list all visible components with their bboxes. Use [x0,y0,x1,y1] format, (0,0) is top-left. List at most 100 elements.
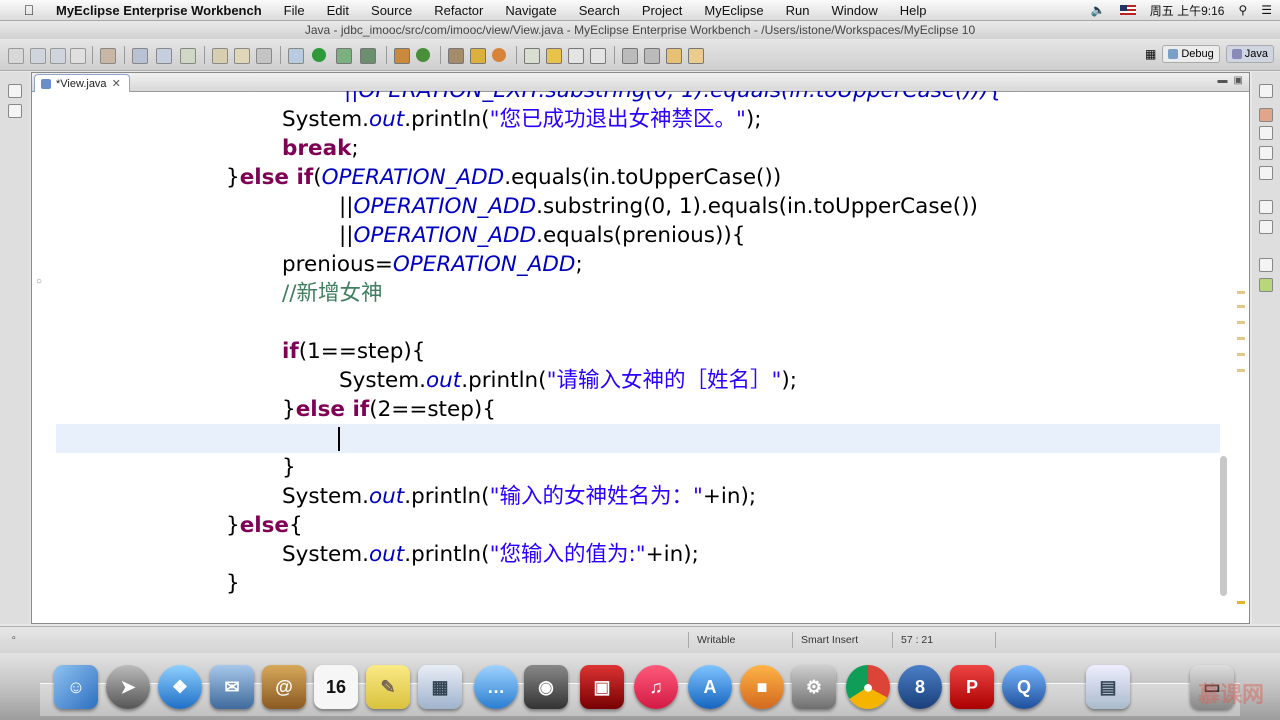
notes-icon[interactable]: ✎ [366,665,410,709]
properties-icon[interactable] [1259,146,1273,160]
app-store-icon[interactable]: A [688,665,732,709]
launchpad-icon[interactable]: ➤ [106,665,150,709]
ruler-mark[interactable] [1237,305,1245,308]
save-icon[interactable] [30,48,46,64]
clock[interactable]: 周五 上午9:16 [1150,2,1225,19]
menu-window[interactable]: Window [831,3,877,18]
package-explorer-icon[interactable] [8,104,22,118]
ruler-mark[interactable] [1237,337,1245,340]
menu-edit[interactable]: Edit [327,3,349,18]
facetime-icon[interactable]: ◉ [524,665,568,709]
menu-help[interactable]: Help [900,3,927,18]
menu-source[interactable]: Source [371,3,412,18]
mail-icon[interactable]: ✉ [210,665,254,709]
documents-stack-icon[interactable]: ▤ [1086,665,1130,709]
open-perspective-icon[interactable]: ▦ [1145,45,1156,63]
restore-view-icon[interactable] [8,84,22,98]
scrollbar-thumb[interactable] [1220,456,1227,596]
console-icon[interactable] [1259,166,1273,180]
ruler-mark[interactable] [1237,353,1245,356]
volume-icon[interactable]: 🔈 [1091,3,1106,17]
ibooks-icon[interactable]: ■ [740,665,784,709]
prev-annotation-icon[interactable] [644,48,660,64]
minimize-icon[interactable]: ▬ [1218,75,1228,86]
pin-icon[interactable] [524,48,540,64]
print-icon[interactable] [70,48,86,64]
preview-icon[interactable]: ▦ [418,665,462,709]
forward-icon[interactable] [688,48,704,64]
code-area[interactable]: ||OPERATION_EXIT.substring(0, 1).equals(… [56,91,1220,611]
wizard-icon[interactable] [180,48,196,64]
menu-navigate[interactable]: Navigate [505,3,556,18]
fast-view-icon[interactable]: ▫ [12,632,16,644]
new-class-icon[interactable] [416,48,430,62]
task-icon[interactable] [492,48,506,62]
block-select-icon[interactable] [590,48,606,64]
restore-right-icon[interactable] [1259,84,1273,98]
toggle-mark-icon[interactable] [448,48,464,64]
server-icon[interactable] [132,48,148,64]
finder-icon[interactable]: ☺ [54,665,98,709]
ruler-mark[interactable] [1237,321,1245,324]
new-icon[interactable] [8,48,24,64]
app-menu[interactable]: MyEclipse Enterprise Workbench [56,3,262,18]
open-resource-icon[interactable] [234,48,250,64]
menu-project[interactable]: Project [642,3,682,18]
deploy-icon[interactable] [100,48,116,64]
menu-search[interactable]: Search [579,3,620,18]
run-icon[interactable] [312,48,326,62]
safari-icon[interactable]: ❖ [158,665,202,709]
image-preview-icon[interactable] [1259,108,1273,122]
run-external-icon[interactable] [336,48,352,64]
outline-icon[interactable] [1259,126,1273,140]
overview-ruler[interactable] [1235,91,1247,621]
close-tab-icon[interactable]: ✕ [112,77,121,90]
system-preferences-icon[interactable]: ⚙ [792,665,836,709]
vertical-scrollbar[interactable] [1219,91,1229,621]
annotation-icon[interactable] [470,48,486,64]
menu-file[interactable]: File [284,3,305,18]
chrome-icon[interactable]: ● [846,665,890,709]
next-annotation-icon[interactable] [622,48,638,64]
problems-icon[interactable] [1259,220,1273,234]
notification-list-icon[interactable]: ☰ [1261,3,1272,17]
coverage-icon[interactable] [360,48,376,64]
browser-icon[interactable] [156,48,172,64]
messages-icon[interactable]: … [474,665,518,709]
snippets-icon[interactable] [1259,278,1273,292]
perspective-java[interactable]: Java [1225,45,1274,63]
editor-tab-view-java[interactable]: *View.java ✕ [34,74,130,92]
calendar-icon[interactable]: 16 [314,665,358,709]
ruler-mark[interactable] [1237,291,1245,294]
maximize-icon[interactable]: ▣ [1234,75,1243,86]
contacts-icon[interactable]: @ [262,665,306,709]
ruler-mark[interactable] [1237,369,1245,372]
photo-booth-icon[interactable]: ▣ [580,665,624,709]
new-java-project-icon[interactable] [394,48,410,64]
input-source-flag-icon[interactable] [1119,5,1136,15]
menu-refactor[interactable]: Refactor [434,3,483,18]
restore-right2-icon[interactable] [1259,200,1273,214]
itunes-icon[interactable]: ♫ [634,665,678,709]
ruler-mark[interactable] [1237,601,1245,604]
quicktime-icon[interactable]: Q [1002,665,1046,709]
open-type-icon[interactable] [212,48,228,64]
fold-marker-icon[interactable]: ○ [36,276,42,287]
save-all-icon[interactable] [50,48,66,64]
menu-run[interactable]: Run [786,3,810,18]
apple-menu-icon[interactable]:  [20,2,38,18]
powerpoint-icon[interactable]: P [950,665,994,709]
debug-perspective-icon [1168,49,1179,59]
eclipse-icon[interactable]: 8 [898,665,942,709]
right-trim-bar [1252,72,1280,624]
show-whitespace-icon[interactable] [568,48,584,64]
spotlight-search-icon[interactable]: ⚲ [1238,3,1247,17]
back-icon[interactable] [666,48,682,64]
menu-myeclipse[interactable]: MyEclipse [704,3,763,18]
perspective-debug[interactable]: Debug [1162,45,1220,63]
highlight-icon[interactable] [546,48,562,64]
debug-icon[interactable] [288,48,304,64]
text-caret [338,427,340,451]
restore-right3-icon[interactable] [1259,258,1273,272]
search-toolbar-icon[interactable] [256,48,272,64]
